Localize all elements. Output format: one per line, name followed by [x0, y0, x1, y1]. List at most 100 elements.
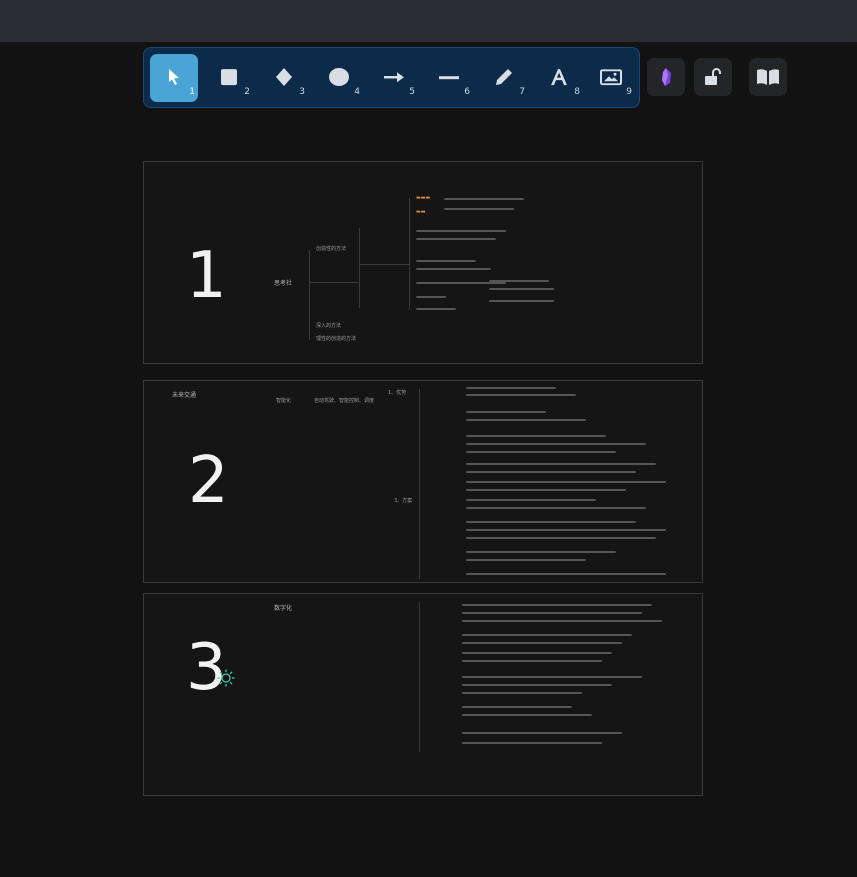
text-line: [466, 507, 646, 509]
text-line: [489, 288, 554, 290]
mindmap-branch-label: 创造性的方法: [316, 246, 347, 252]
tool-diamond-button[interactable]: 3: [260, 54, 308, 102]
text-line: [416, 238, 496, 240]
connector: [359, 264, 409, 265]
mindmap-node-label: 智能化: [276, 398, 292, 404]
arrow-icon: [384, 72, 404, 83]
line-icon: [439, 76, 459, 80]
ellipse-icon: [329, 68, 349, 86]
text-line: [466, 529, 666, 531]
text-line: [466, 411, 546, 413]
text-line: [462, 676, 642, 678]
text-line: [462, 620, 662, 622]
text-line: [489, 280, 549, 282]
text-line: [466, 551, 616, 553]
mindmap-branch-label: 深入的方法: [316, 323, 342, 329]
slide-title: 未来交通: [172, 392, 197, 399]
text-line: [466, 481, 666, 483]
window-top-bar: [0, 0, 857, 42]
text-line: [466, 537, 656, 539]
library-button[interactable]: [749, 58, 787, 96]
connector: [419, 602, 420, 752]
tool-text-button[interactable]: 8: [535, 54, 583, 102]
text-line: [466, 394, 576, 396]
text-line: [462, 604, 652, 606]
tool-number: 7: [519, 87, 525, 97]
tool-number: 5: [409, 87, 415, 97]
text-line: [462, 652, 612, 654]
text-line: [462, 714, 592, 716]
connector: [309, 250, 310, 340]
book-icon: [757, 69, 779, 85]
tool-rectangle-button[interactable]: 2: [205, 54, 253, 102]
text-line: [462, 732, 622, 734]
tool-number: 6: [464, 87, 470, 97]
text-line: [466, 387, 556, 389]
mindmap-node-label: 3、方案: [394, 498, 413, 504]
diamond-icon: [276, 68, 292, 86]
text-line: [466, 559, 586, 561]
obsidian-gem-icon: [662, 68, 671, 86]
sun-icon: [217, 669, 235, 687]
tool-number: 1: [189, 87, 195, 97]
text-line: [462, 692, 582, 694]
text-line: [466, 443, 646, 445]
shape-toolbar: 1 2 3 4 5 6 7 8 9: [143, 47, 640, 108]
tool-image-button[interactable]: 9: [587, 54, 635, 102]
slide-number: 3: [186, 631, 227, 705]
unlock-icon: [705, 68, 721, 85]
mindmap-root-label: 思考社: [274, 280, 293, 287]
text-line: [416, 282, 506, 284]
tool-arrow-button[interactable]: 5: [370, 54, 418, 102]
pencil-icon: [496, 69, 512, 85]
slide-frame-1[interactable]: 1 思考社 创造性的方法 深入的方法 理性的创造的方法 ▬▬▬ ▬▬: [143, 161, 703, 364]
rectangle-icon: [221, 69, 237, 86]
text-line: [462, 742, 602, 744]
text-line: [466, 521, 636, 523]
cursor-icon: [169, 69, 179, 85]
lock-button[interactable]: [694, 58, 732, 96]
tool-number: 2: [244, 87, 250, 97]
text-line: [416, 268, 491, 270]
obsidian-button[interactable]: [647, 58, 685, 96]
connector: [359, 228, 360, 308]
mindmap-branch-label: 理性的创造的方法: [316, 336, 357, 342]
text-line: [489, 300, 554, 302]
text-line: [416, 230, 506, 232]
tool-ellipse-button[interactable]: 4: [315, 54, 363, 102]
connector: [309, 282, 359, 283]
slide-frame-3[interactable]: 3 数字化: [143, 593, 703, 796]
mindmap-node-label: 1、优势: [388, 390, 407, 396]
slide-title: 数字化: [274, 605, 293, 612]
mindmap-node: ▬▬: [416, 209, 426, 215]
text-line: [462, 642, 622, 644]
text-line: [416, 296, 446, 298]
text-icon: [551, 69, 567, 86]
tool-number: 3: [299, 87, 305, 97]
text-line: [462, 634, 632, 636]
tool-number: 9: [626, 87, 632, 97]
tool-draw-button[interactable]: 7: [480, 54, 528, 102]
mindmap-node: ▬▬▬: [416, 195, 431, 201]
image-icon: [600, 69, 622, 86]
tool-line-button[interactable]: 6: [425, 54, 473, 102]
connector: [409, 198, 410, 310]
mindmap-node-label: 自动驾驶、智能控制、调度: [314, 398, 375, 404]
text-line: [416, 308, 456, 310]
text-line: [444, 198, 524, 200]
text-line: [416, 260, 476, 262]
text-line: [466, 471, 636, 473]
text-line: [462, 660, 602, 662]
connector: [419, 389, 420, 579]
text-line: [462, 684, 612, 686]
slide-frame-2[interactable]: 2 未来交通 智能化 自动驾驶、智能控制、调度 1、优势 3、方案: [143, 380, 703, 583]
slide-number: 2: [188, 444, 229, 518]
text-line: [444, 208, 514, 210]
text-line: [466, 419, 586, 421]
slide-number: 1: [186, 239, 227, 313]
text-line: [462, 612, 642, 614]
text-line: [462, 706, 572, 708]
text-line: [466, 463, 656, 465]
tool-select-button[interactable]: 1: [150, 54, 198, 102]
text-line: [466, 499, 596, 501]
